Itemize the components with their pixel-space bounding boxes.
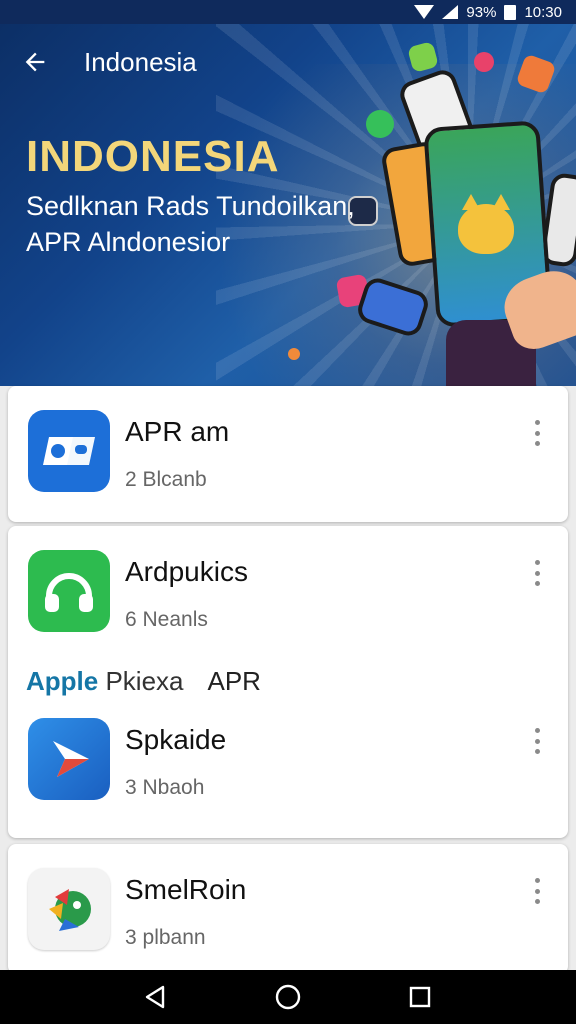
headphones-icon: [28, 550, 110, 632]
nav-back-button[interactable]: [141, 982, 171, 1012]
app-meta: 3 Nbaoh: [125, 776, 205, 799]
app-name: APR am: [125, 416, 230, 447]
app-bar-title: Indonesia: [84, 46, 197, 77]
hero-subtitle-line: APR Alndonesior: [26, 227, 231, 257]
dot-icon: [288, 348, 300, 360]
app-meta: 6 Neanls: [125, 608, 208, 631]
app-name: Ardpukics: [125, 556, 248, 587]
home-icon: [275, 984, 301, 1010]
cat-mascot-icon: [458, 194, 514, 254]
app-name: SmelRoin: [125, 874, 247, 905]
status-bar: 93% 10:30: [0, 0, 576, 24]
more-options-button[interactable]: [526, 560, 548, 586]
hero-subtitle-line: Sedlknan Rads Tundoilkan,: [26, 191, 355, 221]
clock: 10:30: [524, 3, 562, 21]
app-card: SmelRoin 3 plbann: [8, 844, 568, 974]
back-button[interactable]: [0, 24, 70, 100]
app-card: APR am 2 Blcanb: [8, 386, 568, 522]
section-accent: Apple: [26, 666, 99, 696]
section-middle: Pkiexa: [98, 666, 184, 696]
list-item[interactable]: Spkaide 3 Nbaoh: [8, 704, 568, 840]
wifi-icon: [414, 5, 435, 19]
app-card: Ardpukics 6 Neanls Apple Pkiexa APR Spkai…: [8, 526, 568, 838]
parrot-icon: [28, 868, 110, 950]
top-app-bar: Indonesia: [0, 24, 576, 100]
list-item[interactable]: Ardpukics 6 Neanls: [8, 526, 568, 662]
list-item[interactable]: SmelRoin 3 plbann: [8, 844, 568, 974]
more-options-button[interactable]: [526, 420, 548, 446]
section-tail: APR: [207, 666, 261, 696]
app-name: Spkaide: [125, 724, 227, 755]
hero-title: INDONESIA: [26, 132, 280, 181]
signal-icon: [442, 5, 459, 19]
nav-home-button[interactable]: [273, 982, 303, 1012]
hero-subtitle: Sedlknan Rads Tundoilkan, APR Alndonesio…: [26, 188, 386, 260]
list-item[interactable]: APR am 2 Blcanb: [8, 386, 568, 522]
app-logo-icon: [28, 410, 110, 492]
chat-icon: [366, 110, 394, 138]
more-options-button[interactable]: [526, 878, 548, 904]
hero-banner: Indonesia INDONESIA Sedlknan Rads Tundoi…: [0, 24, 576, 386]
battery-icon: [504, 4, 517, 20]
app-list: APR am 2 Blcanb Ardpukics 6 Neanls Apple…: [0, 386, 576, 974]
navigation-bar: [0, 970, 576, 1024]
play-arrow-icon: [28, 718, 110, 800]
more-options-button[interactable]: [526, 728, 548, 754]
app-meta: 3 plbann: [125, 926, 206, 949]
recents-icon: [409, 986, 431, 1008]
back-icon: [145, 985, 165, 1009]
nav-recents-button[interactable]: [405, 982, 435, 1012]
app-meta: 2 Blcanb: [125, 468, 207, 491]
arrow-back-icon: [25, 52, 45, 72]
section-header: Apple Pkiexa APR: [26, 666, 261, 697]
battery-percentage: 93%: [466, 3, 497, 21]
